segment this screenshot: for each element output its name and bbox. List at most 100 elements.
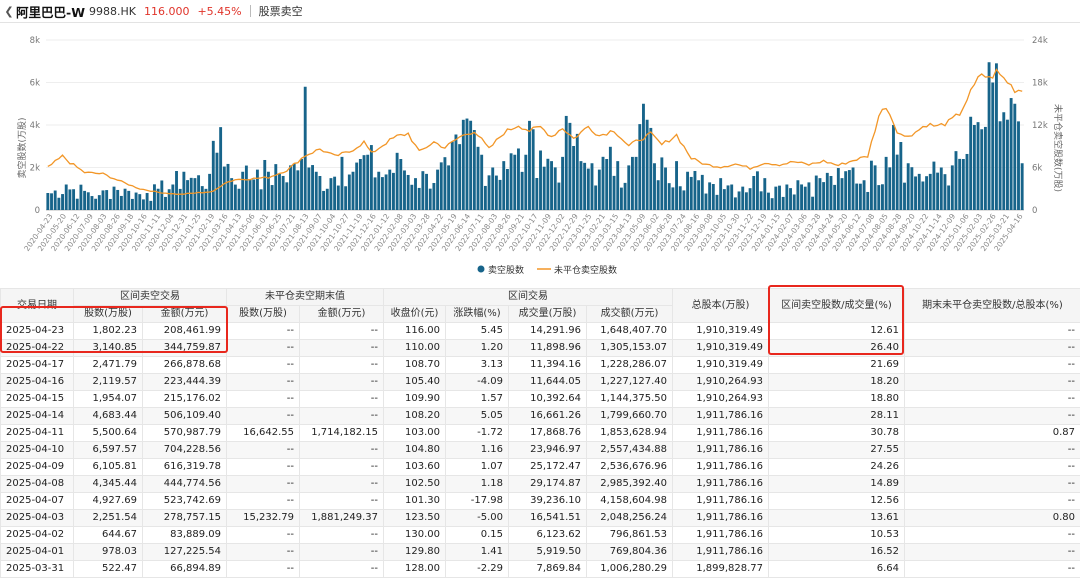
cell-turnover: 2,048,256.24 [587, 510, 673, 527]
short-shares-bar [826, 173, 829, 210]
cell-chg: 1.57 [446, 391, 509, 408]
cell-chg: -17.98 [446, 493, 509, 510]
chevron-left-icon[interactable]: ❮ [2, 5, 16, 18]
short-shares-bar [1002, 112, 1005, 210]
short-shares-bar [1021, 163, 1024, 210]
table-row[interactable]: 2025-03-31522.4766,894.89----128.00-2.29… [1, 561, 1080, 578]
table-row[interactable]: 2025-04-01978.03127,225.54----129.801.41… [1, 544, 1080, 561]
col-total-equity[interactable]: 总股本(万股) [673, 289, 769, 323]
short-shares-bar [745, 192, 748, 210]
cell-u_amount: 1,714,182.15 [300, 425, 384, 442]
table-row[interactable]: 2025-04-151,954.07215,176.02----109.901.… [1, 391, 1080, 408]
cell-shares: 6,105.81 [74, 459, 143, 476]
short-shares-bar [903, 183, 906, 210]
cell-close: 102.50 [384, 476, 446, 493]
short-shares-bar [285, 182, 288, 210]
col-short-amount[interactable]: 金额(万元) [143, 306, 227, 323]
chart-legend[interactable]: 卖空股数 未平仓卖空股数 [478, 264, 618, 276]
short-shares-bar [374, 177, 377, 210]
short-shares-bar [414, 178, 417, 210]
short-shares-bar [502, 161, 505, 210]
cell-amount: 215,176.02 [143, 391, 227, 408]
table-row[interactable]: 2025-04-074,927.69523,742.69----101.30-1… [1, 493, 1080, 510]
cell-shares: 2,251.54 [74, 510, 143, 527]
short-shares-bar [307, 168, 310, 211]
short-shares-bar [995, 63, 998, 210]
short-shares-bar [638, 124, 641, 210]
short-shares-bar [57, 198, 60, 210]
col-date[interactable]: 交易日期 [1, 289, 74, 323]
short-shares-bar [580, 161, 583, 210]
cell-u_amount: -- [300, 374, 384, 391]
table-row[interactable]: 2025-04-106,597.57704,228.56----104.801.… [1, 442, 1080, 459]
cell-chg: 1.16 [446, 442, 509, 459]
col-volume[interactable]: 成交量(万股) [509, 306, 587, 323]
cell-volume: 5,919.50 [509, 544, 587, 561]
cell-total: 1,910,264.93 [673, 391, 769, 408]
cell-ratio: 13.61 [769, 510, 905, 527]
cell-close: 116.00 [384, 323, 446, 340]
table-row[interactable]: 2025-04-144,683.44506,109.40----108.205.… [1, 408, 1080, 425]
short-shares-bar [719, 178, 722, 210]
col-change[interactable]: 涨跌幅(%) [446, 306, 509, 323]
col-short-shares[interactable]: 股数(万股) [74, 306, 143, 323]
cell-shares: 4,927.69 [74, 493, 143, 510]
short-shares-bar [605, 159, 608, 210]
cell-u_shares: 15,232.79 [227, 510, 300, 527]
short-shares-bar [557, 183, 560, 210]
group-interval-short: 区间卖空交易 [74, 289, 227, 306]
cell-ratio2: 0.80 [905, 510, 1080, 527]
col-close[interactable]: 收盘价(元) [384, 306, 446, 323]
cell-u_shares: -- [227, 340, 300, 357]
cell-u_amount: -- [300, 527, 384, 544]
short-shares-bar [68, 189, 71, 210]
short-shares-bar [841, 178, 844, 210]
cell-close: 129.80 [384, 544, 446, 561]
cell-ratio: 12.56 [769, 493, 905, 510]
short-shares-bar [116, 190, 119, 210]
short-shares-bar [499, 180, 502, 210]
short-shares-bar [796, 180, 799, 210]
short-shares-bar [694, 171, 697, 210]
table-row[interactable]: 2025-04-231,802.23208,461.99----116.005.… [1, 323, 1080, 340]
cell-ratio2: -- [905, 561, 1080, 578]
short-shares-bar [385, 174, 388, 210]
table-body: 2025-04-231,802.23208,461.99----116.005.… [1, 323, 1080, 578]
table-row[interactable]: 2025-04-162,119.57223,444.39----105.40-4… [1, 374, 1080, 391]
short-shares-bar [46, 193, 49, 210]
table-row[interactable]: 2025-04-02644.6783,889.09----130.000.156… [1, 527, 1080, 544]
cell-amount: 208,461.99 [143, 323, 227, 340]
short-shares-bar [79, 185, 82, 210]
cell-shares: 522.47 [74, 561, 143, 578]
col-turnover[interactable]: 成交额(万元) [587, 306, 673, 323]
short-shares-bar [54, 191, 57, 210]
short-shares-bar [925, 176, 928, 210]
stock-name: 阿里巴巴-W [16, 2, 85, 21]
col-unclosed-shares[interactable]: 股数(万股) [227, 306, 300, 323]
table-row[interactable]: 2025-04-223,140.85344,759.87----110.001.… [1, 340, 1080, 357]
short-shares-bar [249, 180, 252, 210]
cell-total: 1,911,786.16 [673, 476, 769, 493]
cell-turnover: 1,228,286.07 [587, 357, 673, 374]
cell-shares: 5,500.64 [74, 425, 143, 442]
table-row[interactable]: 2025-04-096,105.81616,319.78----103.601.… [1, 459, 1080, 476]
col-ratio-total[interactable]: 期末未平仓卖空股数/总股本(%) [905, 289, 1080, 323]
short-shares-bar [848, 170, 851, 210]
table-row[interactable]: 2025-04-115,500.64570,987.7916,642.551,7… [1, 425, 1080, 442]
table-row[interactable]: 2025-04-032,251.54278,757.1515,232.791,8… [1, 510, 1080, 527]
table-row[interactable]: 2025-04-084,345.44444,774.56----102.501.… [1, 476, 1080, 493]
col-unclosed-amount[interactable]: 金额(万元) [300, 306, 384, 323]
cell-u_amount: -- [300, 340, 384, 357]
table-row[interactable]: 2025-04-172,471.79266,878.68----108.703.… [1, 357, 1080, 374]
col-ratio-volume[interactable]: 区间卖空股数/成交量(%) [769, 289, 905, 323]
short-shares-bar [216, 153, 219, 210]
short-shares-bar [631, 157, 634, 210]
short-shares-bar [627, 165, 630, 210]
cell-total: 1,911,786.16 [673, 544, 769, 561]
cell-date: 2025-04-07 [1, 493, 74, 510]
cell-date: 2025-03-31 [1, 561, 74, 578]
short-shares-bar [94, 199, 97, 210]
short-shares-bar [855, 184, 858, 210]
cell-total: 1,910,319.49 [673, 357, 769, 374]
short-shares-bar [539, 151, 542, 211]
